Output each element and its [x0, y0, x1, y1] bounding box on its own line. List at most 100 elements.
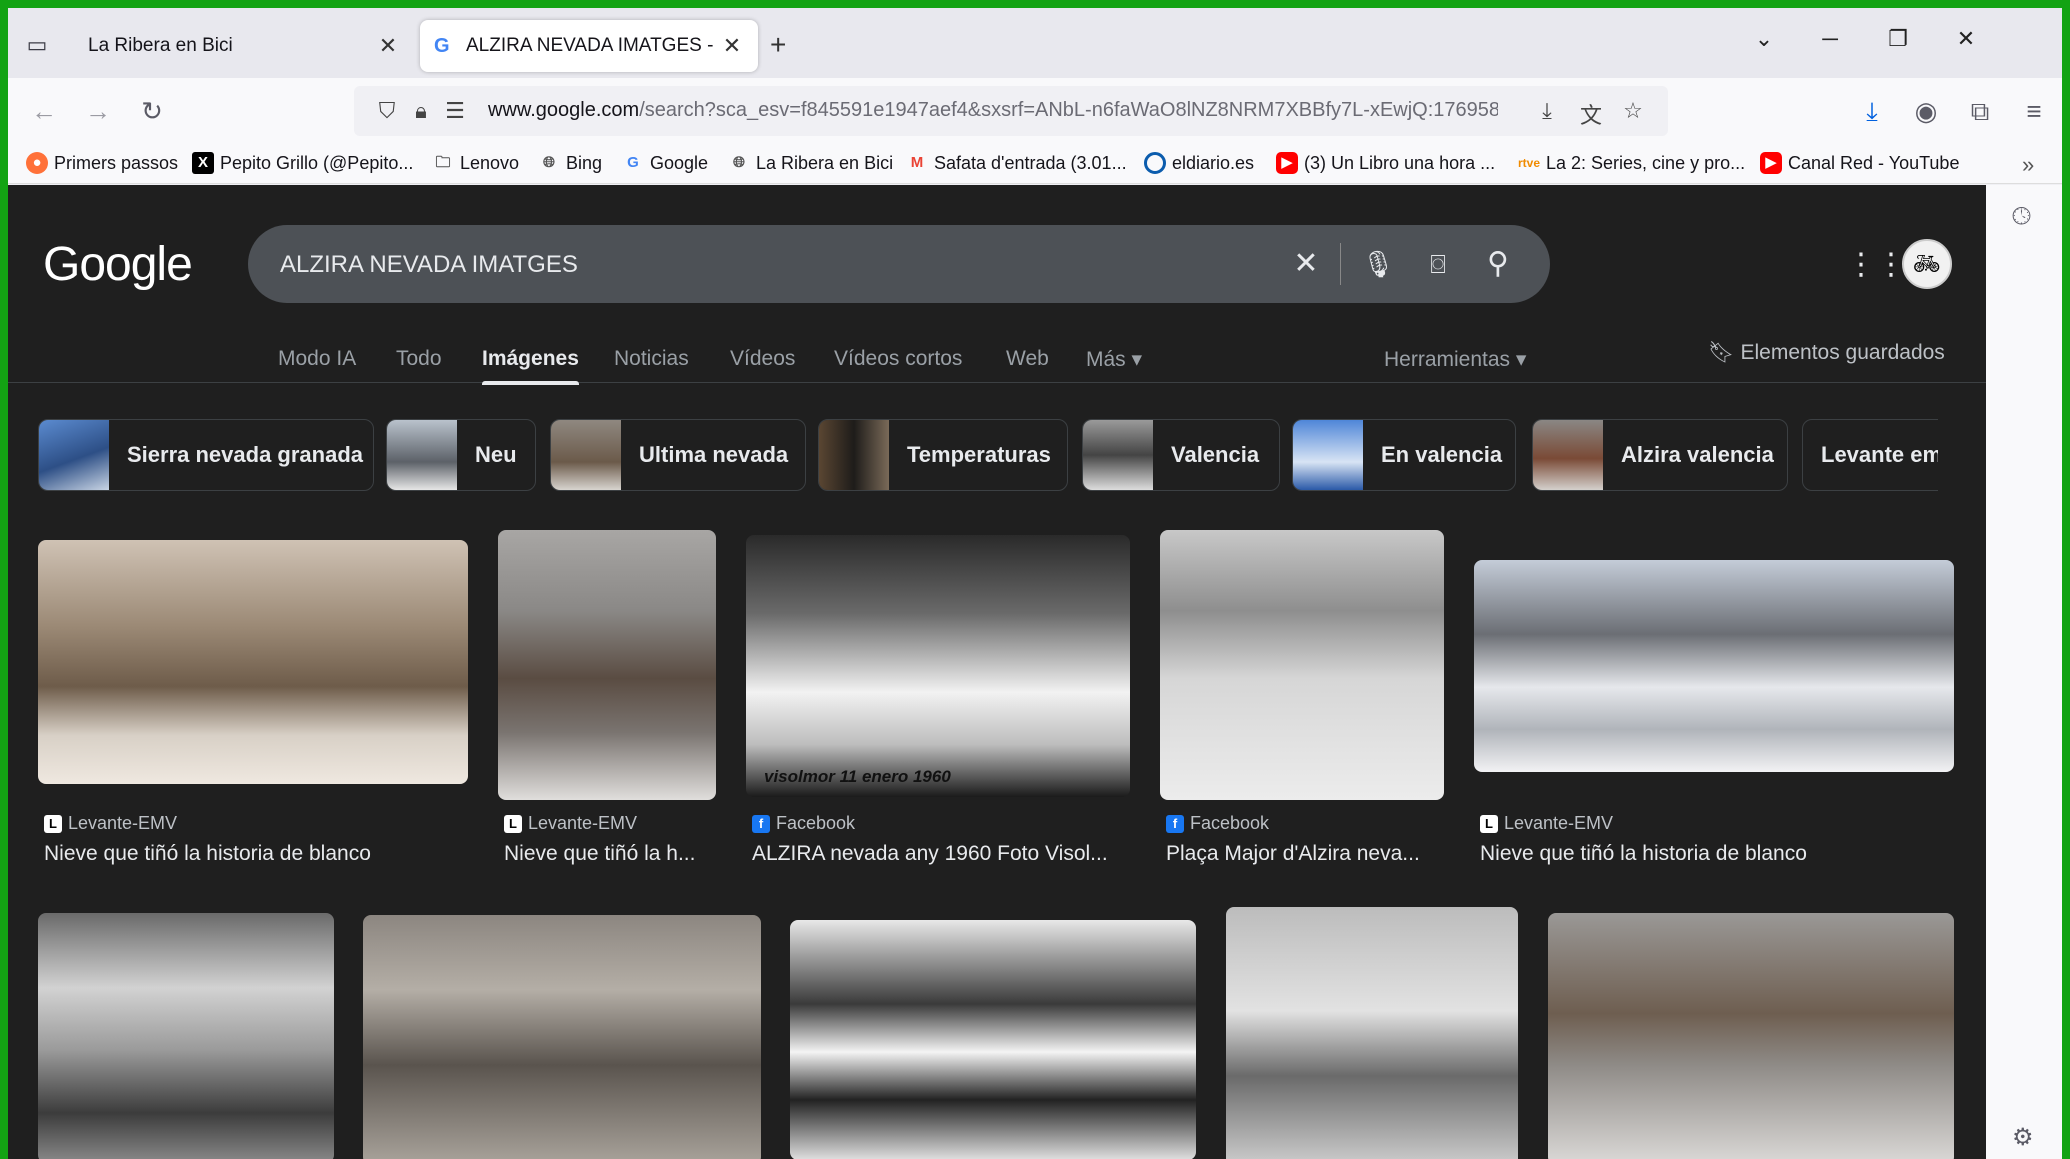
result-source[interactable]: f Facebook: [1166, 813, 1269, 834]
levante-emv-icon: L: [1480, 814, 1498, 833]
chip-levante-em[interactable]: Levante em: [1802, 419, 1938, 491]
back-arrow-icon[interactable]: ←: [24, 96, 64, 126]
tab-imagenes[interactable]: Imágenes: [482, 347, 579, 385]
translate-icon[interactable]: 文: [1576, 98, 1606, 130]
tools-button[interactable]: Herramientas ▾: [1384, 347, 1526, 372]
chip-neu[interactable]: Neu: [386, 419, 536, 491]
search-divider: [1340, 243, 1341, 285]
result-image[interactable]: visolmor 11 enero 1960: [746, 535, 1130, 797]
result-source[interactable]: L Levante-EMV: [504, 813, 637, 834]
minimize-icon[interactable]: ─: [1810, 26, 1850, 52]
new-tab-button[interactable]: +: [770, 30, 786, 60]
result-image[interactable]: [1226, 907, 1518, 1159]
refinement-chips: Sierra nevada granada Neu Ultima nevada …: [38, 419, 1938, 493]
bookmark-google[interactable]: G Google: [622, 152, 708, 174]
result-image[interactable]: [498, 530, 716, 800]
result-image[interactable]: [38, 540, 468, 784]
result-source[interactable]: L Levante-EMV: [44, 813, 177, 834]
youtube-icon: ▶: [1276, 152, 1298, 174]
url-path: /search?sca_esv=f845591e1947aef4&sxsrf=A…: [639, 99, 1498, 121]
chip-thumbnail: [39, 420, 109, 490]
microphone-icon[interactable]: 🎙︎: [1358, 245, 1398, 283]
tab-overflow-chevron-icon[interactable]: ⌄: [1744, 26, 1784, 52]
firefox-icon: ●: [26, 152, 48, 174]
bookmark-la2[interactable]: rtve La 2: Series, cine y pro...: [1518, 152, 1745, 174]
result-image[interactable]: [363, 915, 761, 1159]
result-source[interactable]: L Levante-EMV: [1480, 813, 1613, 834]
search-input[interactable]: ALZIRA NEVADA IMATGES: [280, 251, 578, 279]
chip-temperaturas[interactable]: Temperaturas: [818, 419, 1068, 491]
result-image[interactable]: [38, 913, 334, 1159]
result-title[interactable]: Nieve que tiñó la historia de blanco: [44, 842, 464, 866]
gmail-icon: M: [910, 154, 924, 171]
avatar[interactable]: 🚲︎: [1902, 239, 1952, 289]
downloads-icon[interactable]: ⤓: [1852, 96, 1892, 126]
bookmark-bing[interactable]: 🌐︎ Bing: [538, 152, 602, 174]
result-image[interactable]: [1474, 560, 1954, 772]
result-title[interactable]: Nieve que tiñó la h...: [504, 842, 716, 866]
bookmark-eldiario[interactable]: eldiario.es: [1144, 152, 1254, 174]
forward-arrow-icon[interactable]: →: [78, 96, 118, 126]
bookmark-star-icon[interactable]: ☆: [1618, 98, 1648, 124]
bookmark-canal-red[interactable]: ▶ Canal Red - YouTube: [1760, 152, 1959, 174]
chip-ultima-nevada[interactable]: Ultima nevada: [550, 419, 806, 491]
bookmark-safata-entrada[interactable]: M Safata d'entrada (3.01...: [906, 152, 1127, 174]
shield-icon[interactable]: ⛉: [372, 98, 402, 124]
account-icon[interactable]: ◉: [1906, 96, 1946, 126]
chip-alzira-valencia[interactable]: Alzira valencia: [1532, 419, 1788, 491]
bookmark-la-ribera-en-bici[interactable]: 🌐︎ La Ribera en Bici: [728, 152, 893, 174]
result-source[interactable]: f Facebook: [752, 813, 855, 834]
bookmark-un-libro-una-hora[interactable]: ▶ (3) Un Libro una hora ...: [1276, 152, 1495, 174]
bookmark-primers-passos[interactable]: ● Primers passos: [26, 152, 178, 174]
tab-todo[interactable]: Todo: [396, 347, 442, 371]
browser-window: ▭ La Ribera en Bici ✕ G ALZIRA NEVADA IM…: [8, 8, 2062, 1159]
extensions-icon[interactable]: ⧉: [1960, 96, 2000, 126]
chip-sierra-nevada-granada[interactable]: Sierra nevada granada: [38, 419, 374, 491]
clear-icon[interactable]: ✕: [1286, 245, 1326, 283]
url-bar[interactable]: ⛉ 🔒︎ ☰ www.google.com/search?sca_esv=f84…: [354, 86, 1668, 136]
tab-mas[interactable]: Más ▾: [1086, 347, 1142, 372]
permissions-icon[interactable]: ☰: [440, 98, 470, 124]
chip-valencia[interactable]: Valencia: [1082, 419, 1280, 491]
tab-list-icon[interactable]: ▭: [22, 30, 52, 60]
result-image[interactable]: [1548, 913, 1954, 1159]
reload-icon[interactable]: ↻: [132, 96, 172, 126]
search-icon[interactable]: ⚲: [1478, 245, 1518, 283]
restore-icon[interactable]: ❐: [1878, 26, 1918, 52]
saved-items-button[interactable]: 🔖︎ Elementos guardados: [1708, 341, 1945, 365]
close-icon[interactable]: ✕: [376, 33, 400, 59]
google-logo[interactable]: Google: [43, 237, 193, 292]
url-text[interactable]: www.google.com/search?sca_esv=f845591e19…: [488, 99, 1498, 122]
chip-thumbnail: [1293, 420, 1363, 490]
save-page-icon[interactable]: ⤓: [1532, 98, 1562, 124]
settings-gear-icon[interactable]: ⚙: [2012, 1123, 2034, 1152]
result-image[interactable]: [790, 920, 1196, 1159]
chip-en-valencia[interactable]: En valencia: [1292, 419, 1516, 491]
tab-videos[interactable]: Vídeos: [730, 347, 795, 371]
tab-web[interactable]: Web: [1006, 347, 1049, 371]
result-title[interactable]: Nieve que tiñó la historia de blanco: [1480, 842, 1950, 866]
tab-modo-ia[interactable]: Modo IA: [278, 347, 356, 371]
result-title[interactable]: ALZIRA nevada any 1960 Foto Visol...: [752, 842, 1130, 866]
google-icon: G: [434, 35, 450, 57]
lock-icon[interactable]: 🔒︎: [406, 98, 436, 124]
tab-noticias[interactable]: Noticias: [614, 347, 689, 371]
tab-la-ribera[interactable]: La Ribera en Bici ✕: [74, 20, 414, 72]
chip-thumbnail: [1083, 420, 1153, 490]
facebook-icon: f: [1166, 814, 1184, 833]
tab-google-search[interactable]: G ALZIRA NEVADA IMATGES - Bus ✕: [420, 20, 758, 72]
tab-title: La Ribera en Bici: [88, 35, 233, 56]
close-icon[interactable]: ✕: [720, 33, 744, 59]
bookmarks-overflow-icon[interactable]: »: [2022, 152, 2034, 178]
result-image[interactable]: [1160, 530, 1444, 800]
bookmark-icon: 🔖︎: [1708, 341, 1741, 364]
result-title[interactable]: Plaça Major d'Alzira neva...: [1166, 842, 1444, 866]
window-close-icon[interactable]: ✕: [1946, 26, 1986, 52]
lens-icon[interactable]: ⌼: [1418, 245, 1458, 283]
bookmark-pepito-grillo[interactable]: X Pepito Grillo (@Pepito...: [192, 152, 413, 174]
history-clock-icon[interactable]: 🕓︎: [2012, 203, 2031, 231]
search-box[interactable]: ALZIRA NEVADA IMATGES ✕ 🎙︎ ⌼ ⚲: [248, 225, 1550, 303]
menu-icon[interactable]: ≡: [2014, 96, 2054, 126]
tab-videos-cortos[interactable]: Vídeos cortos: [834, 347, 962, 371]
bookmark-lenovo[interactable]: 🗀︎ Lenovo: [432, 152, 519, 174]
